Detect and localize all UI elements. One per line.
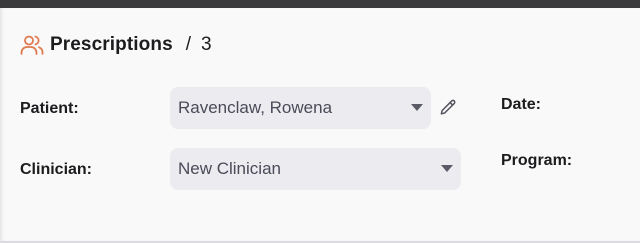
top-bar: [0, 0, 640, 8]
clinician-label: Clinician:: [20, 161, 93, 178]
clinician-select-value: New Clinician: [178, 159, 281, 178]
program-label: Program:: [501, 152, 573, 169]
chevron-down-icon: [441, 165, 453, 172]
prescriptions-page: Prescriptions / 3 Patient: Ravenclaw, Ro…: [0, 0, 640, 243]
clinician-select[interactable]: New Clinician: [170, 148, 461, 190]
users-icon: [20, 33, 44, 57]
prescription-count: 3: [201, 34, 212, 55]
page-title: Prescriptions: [50, 34, 173, 55]
title-separator: /: [185, 34, 192, 55]
chevron-down-icon: [411, 104, 423, 111]
pencil-icon[interactable]: [438, 98, 458, 118]
page-header: Prescriptions / 3: [20, 33, 212, 57]
date-label: Date:: [501, 96, 542, 113]
patient-select-value: Ravenclaw, Rowena: [178, 98, 333, 117]
patient-label: Patient:: [20, 100, 79, 117]
patient-select[interactable]: Ravenclaw, Rowena: [170, 87, 431, 129]
